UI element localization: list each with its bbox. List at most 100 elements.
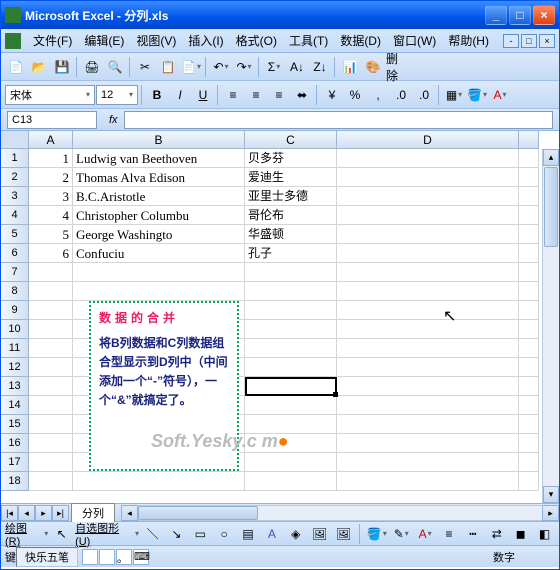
- col-header-C[interactable]: C: [245, 131, 337, 149]
- drawing-button[interactable]: 🎨: [362, 56, 384, 78]
- select-all-corner[interactable]: [1, 131, 29, 149]
- cell[interactable]: 孔子: [245, 244, 337, 263]
- font-color-draw-button[interactable]: A▾: [415, 523, 436, 545]
- font-color-button[interactable]: A▾: [489, 84, 511, 106]
- cell[interactable]: [337, 472, 519, 491]
- cell[interactable]: [519, 301, 539, 320]
- cell[interactable]: 2: [29, 168, 73, 187]
- fill-color-draw-button[interactable]: 🪣▾: [366, 523, 388, 545]
- cell[interactable]: 1: [29, 149, 73, 168]
- new-button[interactable]: 📄: [5, 56, 27, 78]
- cell[interactable]: Confuciu: [73, 244, 245, 263]
- row-header[interactable]: 8: [1, 282, 29, 301]
- scroll-down-button[interactable]: ▾: [543, 486, 559, 503]
- cell[interactable]: 4: [29, 206, 73, 225]
- row-header[interactable]: 3: [1, 187, 29, 206]
- cell[interactable]: George Washingto: [73, 225, 245, 244]
- cell[interactable]: [245, 396, 337, 415]
- cell[interactable]: [73, 472, 245, 491]
- row-header[interactable]: 11: [1, 339, 29, 358]
- cell[interactable]: [337, 320, 519, 339]
- draw-menu[interactable]: 绘图(R): [5, 520, 40, 548]
- comma-button[interactable]: ,: [367, 84, 389, 106]
- cell[interactable]: [519, 434, 539, 453]
- row-header[interactable]: 18: [1, 472, 29, 491]
- print-preview-button[interactable]: 🔍: [104, 56, 126, 78]
- cell[interactable]: Christopher Columbu: [73, 206, 245, 225]
- sort-asc-button[interactable]: A↓: [286, 56, 308, 78]
- tab-nav-prev[interactable]: ◂: [18, 505, 35, 521]
- menu-view[interactable]: 视图(V): [130, 30, 182, 51]
- cell[interactable]: [337, 282, 519, 301]
- vertical-scrollbar[interactable]: ▴ ▾: [542, 149, 559, 503]
- increase-decimal-button[interactable]: .0: [390, 84, 412, 106]
- cell[interactable]: [337, 187, 519, 206]
- currency-button[interactable]: ¥: [321, 84, 343, 106]
- cell[interactable]: [519, 320, 539, 339]
- arrow-style-button[interactable]: ⇄: [486, 523, 507, 545]
- row-header[interactable]: 5: [1, 225, 29, 244]
- chart-button[interactable]: 📊: [339, 56, 361, 78]
- cell[interactable]: [29, 282, 73, 301]
- row-header[interactable]: 15: [1, 415, 29, 434]
- row-header[interactable]: 1: [1, 149, 29, 168]
- cell[interactable]: [245, 415, 337, 434]
- maximize-button[interactable]: □: [509, 5, 531, 25]
- horizontal-scrollbar[interactable]: ◂ ▸: [121, 505, 559, 521]
- row-header[interactable]: 6: [1, 244, 29, 263]
- row-header[interactable]: 12: [1, 358, 29, 377]
- zoom-button[interactable]: 删除: [385, 56, 407, 78]
- merge-center-button[interactable]: ⬌: [291, 84, 313, 106]
- mdi-restore[interactable]: □: [521, 34, 537, 48]
- cell[interactable]: Ludwig van Beethoven: [73, 149, 245, 168]
- align-center-button[interactable]: ≡: [245, 84, 267, 106]
- cell[interactable]: [73, 263, 245, 282]
- redo-button[interactable]: ↷▾: [233, 56, 255, 78]
- save-button[interactable]: 💾: [51, 56, 73, 78]
- underline-button[interactable]: U: [192, 84, 214, 106]
- cell[interactable]: [519, 225, 539, 244]
- ime-icon[interactable]: 键: [5, 549, 16, 565]
- cell[interactable]: [519, 282, 539, 301]
- row-header[interactable]: 9: [1, 301, 29, 320]
- picture-button[interactable]: 🖼: [333, 523, 354, 545]
- row-header[interactable]: 7: [1, 263, 29, 282]
- cell[interactable]: [519, 244, 539, 263]
- cell[interactable]: [337, 301, 519, 320]
- undo-button[interactable]: ↶▾: [210, 56, 232, 78]
- wordart-button[interactable]: A: [261, 523, 282, 545]
- cell[interactable]: [337, 415, 519, 434]
- cell[interactable]: [519, 358, 539, 377]
- cell[interactable]: [337, 225, 519, 244]
- copy-button[interactable]: 📋: [157, 56, 179, 78]
- menu-tools[interactable]: 工具(T): [283, 30, 334, 51]
- row-header[interactable]: 16: [1, 434, 29, 453]
- diagram-button[interactable]: ◈: [285, 523, 306, 545]
- cell[interactable]: [337, 453, 519, 472]
- fx-icon[interactable]: fx: [103, 114, 124, 126]
- cell[interactable]: 5: [29, 225, 73, 244]
- autosum-button[interactable]: Σ▾: [263, 56, 285, 78]
- cell[interactable]: [29, 301, 73, 320]
- cell[interactable]: [29, 320, 73, 339]
- cell[interactable]: [337, 168, 519, 187]
- cell[interactable]: [519, 149, 539, 168]
- ime-toggle-3[interactable]: 。: [116, 549, 132, 565]
- cell[interactable]: [245, 453, 337, 472]
- cell[interactable]: [29, 396, 73, 415]
- annotation-textbox[interactable]: 数据的合并 将B列数据和C列数据组合型显示到D列中（中间添加一个“-”符号），一…: [89, 301, 239, 471]
- mdi-minimize[interactable]: -: [503, 34, 519, 48]
- clipart-button[interactable]: 🖼: [309, 523, 330, 545]
- cell[interactable]: [29, 339, 73, 358]
- scroll-left-button[interactable]: ◂: [121, 505, 138, 521]
- cell[interactable]: [519, 168, 539, 187]
- tab-nav-last[interactable]: ▸|: [52, 505, 69, 521]
- cell[interactable]: [245, 377, 337, 396]
- row-header[interactable]: 17: [1, 453, 29, 472]
- line-button[interactable]: ＼: [142, 523, 163, 545]
- cut-button[interactable]: ✂: [134, 56, 156, 78]
- close-button[interactable]: ×: [533, 5, 555, 25]
- scroll-up-button[interactable]: ▴: [543, 149, 559, 166]
- cell[interactable]: 贝多芬: [245, 149, 337, 168]
- cell[interactable]: [519, 415, 539, 434]
